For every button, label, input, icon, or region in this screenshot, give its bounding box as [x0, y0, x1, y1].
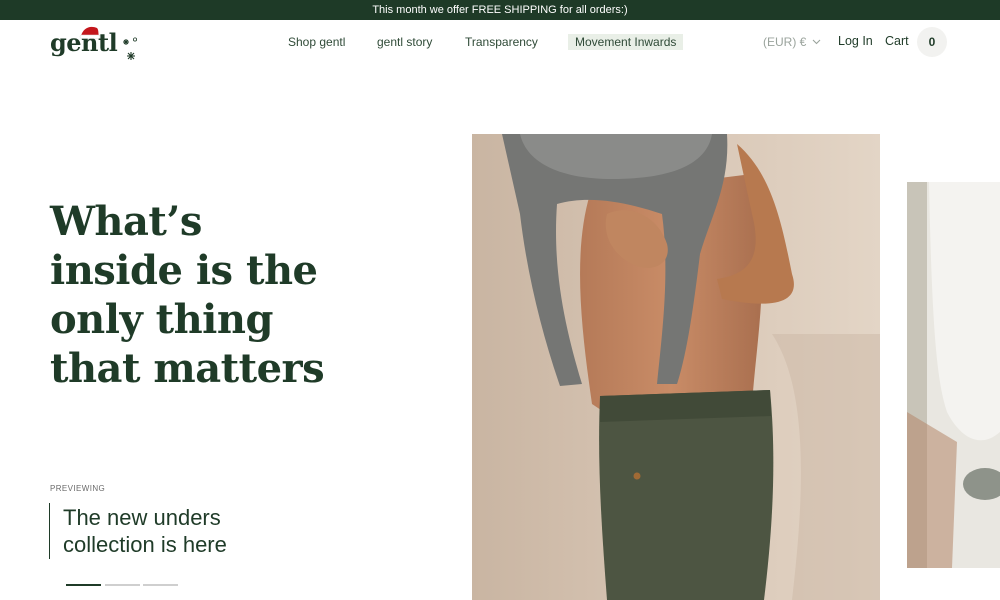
slider-pagination [66, 584, 180, 587]
currency-value: (EUR) € [763, 35, 807, 49]
cart-link[interactable]: Cart [885, 34, 909, 48]
currency-selector[interactable]: (EUR) € [763, 35, 821, 49]
cart-count-badge[interactable]: 0 [917, 27, 947, 57]
login-link[interactable]: Log In [838, 34, 873, 48]
slide-indicator-1[interactable] [66, 584, 101, 586]
preview-label: PREVIEWING [50, 484, 106, 493]
nav-item-transparency[interactable]: Transparency [465, 35, 538, 49]
slide-indicator-2[interactable] [105, 584, 140, 586]
promo-bar: This month we offer FREE SHIPPING for al… [0, 0, 1000, 20]
nav-item-shop[interactable]: Shop gentl [288, 35, 345, 49]
hero-title-line: that matters [50, 345, 325, 392]
chevron-down-icon [812, 39, 821, 45]
preview-caption-line: collection is here [63, 532, 227, 557]
preview-caption[interactable]: The new unders collection is here [49, 503, 309, 559]
nav-item-movement-inwards[interactable]: Movement Inwards [568, 34, 684, 50]
slide-indicator-3[interactable] [143, 584, 178, 586]
site-header: gentl Shop gentl gentl story Transparenc… [0, 20, 1000, 66]
hero-title-line: What’s [50, 198, 202, 245]
nav-item-story[interactable]: gentl story [377, 35, 432, 49]
hero-title-line: only thing [50, 296, 273, 343]
preview-caption-line: The new unders [63, 505, 221, 530]
hero-image [472, 134, 880, 600]
hero-title-line: inside is the [50, 247, 318, 294]
promo-text: This month we offer FREE SHIPPING for al… [372, 4, 628, 16]
hero-title: What’s inside is the only thing that mat… [50, 197, 380, 393]
next-slide-image[interactable] [907, 182, 1000, 568]
